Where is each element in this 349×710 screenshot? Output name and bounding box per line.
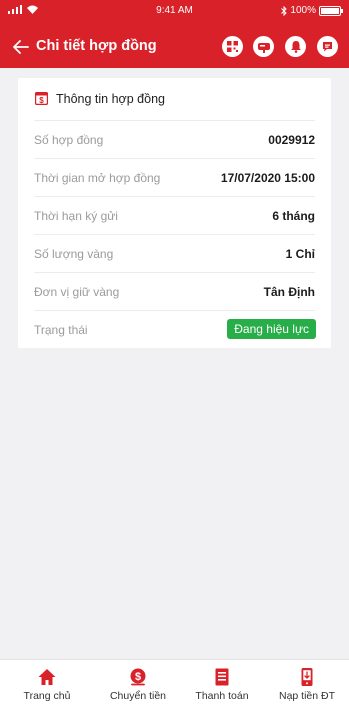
tab-payment[interactable]: Thanh toán: [192, 660, 252, 710]
row-label: Đơn vị giữ vàng: [34, 285, 120, 299]
contract-row-term: Thời hạn ký gửi 6 tháng: [34, 196, 315, 234]
row-label: Thời gian mở hợp đồng: [34, 171, 161, 185]
money-transfer-icon: $: [130, 668, 146, 686]
tab-phone-topup[interactable]: Nạp tiền ĐT: [274, 660, 340, 710]
custodian-value: Tân Định: [263, 285, 315, 299]
bell-icon[interactable]: [285, 36, 306, 57]
open-time-value: 17/07/2020 15:00: [220, 171, 315, 185]
contract-row-open-time: Thời gian mở hợp đồng 17/07/2020 15:00: [34, 158, 315, 196]
dollar-document-icon: $: [35, 92, 48, 105]
row-label: Số hợp đồng: [34, 133, 104, 147]
nav-bar: Chi tiết hợp đồng: [0, 30, 349, 64]
bottom-tab-bar: Trang chủ $ Chuyển tiền Thanh toán Nạp t…: [0, 659, 349, 710]
bluetooth-icon: [281, 5, 288, 16]
battery-indicator: 100%: [281, 5, 343, 16]
contract-row-custodian: Đơn vị giữ vàng Tân Định: [34, 272, 315, 310]
phone-topup-icon: [301, 668, 313, 686]
tab-label: Chuyển tiền: [109, 690, 167, 702]
mailbox-icon[interactable]: [253, 36, 274, 57]
status-badge: Đang hiệu lực: [227, 319, 316, 339]
tab-money-transfer[interactable]: $ Chuyển tiền: [106, 660, 170, 710]
contract-info-card: $ Thông tin hợp đồng Số hợp đồng 0029912…: [18, 78, 331, 348]
arrow-left-icon[interactable]: [10, 36, 32, 58]
bill-icon: [215, 668, 229, 686]
contract-row-gold-amount: Số lượng vàng 1 Chỉ: [34, 234, 315, 272]
svg-text:$: $: [39, 96, 44, 105]
tab-label: Trang chủ: [23, 690, 71, 702]
svg-text:$: $: [135, 671, 141, 683]
contract-row-number: Số hợp đồng 0029912: [34, 120, 315, 158]
contract-row-status: Trạng thái Đang hiệu lực: [34, 310, 316, 348]
tab-label: Thanh toán: [195, 690, 249, 702]
app-header: 9:41 AM 100% Chi tiết hợp đồng: [0, 0, 349, 68]
contract-info-header: $ Thông tin hợp đồng: [18, 78, 331, 120]
qr-code-icon[interactable]: [222, 36, 243, 57]
battery-icon: [319, 5, 343, 16]
battery-percent: 100%: [290, 5, 316, 16]
gold-amount-value: 1 Chỉ: [285, 247, 315, 261]
home-icon: [38, 669, 56, 685]
tab-label: Nạp tiền ĐT: [278, 690, 336, 702]
tab-home[interactable]: Trang chủ: [20, 660, 74, 710]
term-value: 6 tháng: [272, 209, 315, 223]
row-label: Số lượng vàng: [34, 247, 114, 261]
row-label: Trạng thái: [34, 323, 88, 337]
status-bar: 9:41 AM 100%: [0, 0, 349, 22]
page-title: Chi tiết hợp đồng: [36, 38, 157, 54]
contract-number-value: 0029912: [268, 133, 315, 147]
chat-icon[interactable]: [317, 36, 338, 57]
section-title: Thông tin hợp đồng: [56, 92, 165, 106]
row-label: Thời hạn ký gửi: [34, 209, 118, 223]
